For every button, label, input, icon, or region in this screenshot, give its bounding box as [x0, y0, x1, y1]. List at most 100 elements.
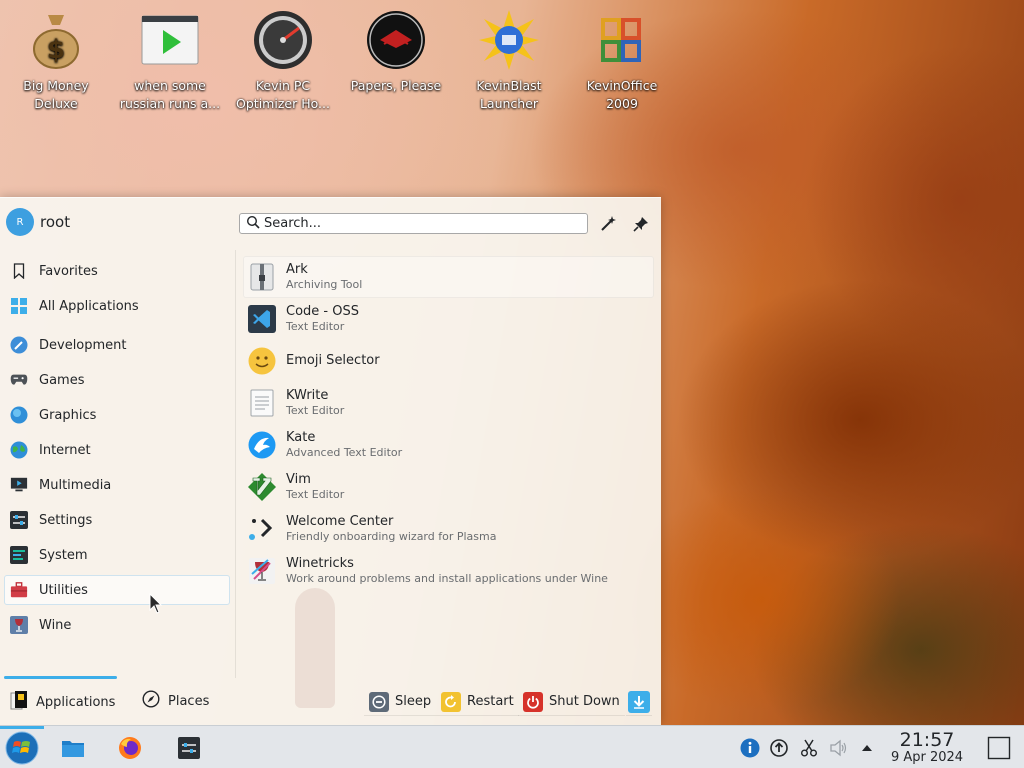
desktop-icon-big-money-deluxe[interactable]: $ Big Money Deluxe — [4, 8, 108, 113]
tray-volume[interactable] — [827, 736, 851, 760]
app-emoji-selector[interactable]: Emoji Selector — [243, 340, 654, 382]
desktop-icon-label: Big Money Deluxe — [23, 78, 89, 111]
development-icon — [10, 336, 28, 354]
search-input[interactable] — [264, 216, 564, 231]
desktop-icon-label: Papers, Please — [350, 78, 442, 93]
app-welcome-center[interactable]: Welcome Center Friendly onboarding wizard… — [243, 508, 654, 550]
speaker-muted-icon — [830, 739, 847, 757]
document-icon — [247, 388, 277, 418]
tray-expand-button[interactable] — [855, 736, 879, 760]
money-bag-icon: $ — [24, 8, 88, 72]
office-logo-icon — [590, 8, 654, 72]
category-label: Graphics — [39, 407, 97, 423]
wine-glass-icon — [10, 616, 28, 634]
desktop-icon-video[interactable]: when some russian runs a... — [118, 8, 222, 113]
category-all-applications[interactable]: All Applications — [4, 291, 230, 321]
category-label: Development — [39, 337, 127, 353]
firefox-icon — [119, 737, 141, 759]
desktop-icon-kevin-pc-optimizer[interactable]: Kevin PC Optimizer Ho... — [231, 8, 335, 113]
update-icon — [770, 739, 788, 757]
desktop-icon-kevinoffice-2009[interactable]: KevinOffice 2009 — [570, 8, 674, 113]
shutdown-button[interactable]: Shut Down — [518, 688, 625, 716]
archive-icon — [247, 262, 277, 292]
welcome-center-icon — [247, 514, 277, 544]
desktop-icon-kevinblast-launcher[interactable]: KevinBlast Launcher — [457, 8, 561, 113]
start-active-indicator — [0, 726, 44, 729]
category-utilities[interactable]: Utilities — [4, 575, 230, 605]
show-desktop-icon — [987, 736, 1011, 760]
desktop-icon-papers-please[interactable]: Papers, Please — [344, 8, 448, 95]
username: root — [40, 213, 71, 231]
tray-updates[interactable] — [767, 736, 791, 760]
category-label: Multimedia — [39, 477, 112, 493]
gauge-icon — [251, 8, 315, 72]
category-label: Utilities — [39, 582, 88, 598]
app-description: Text Editor — [286, 488, 345, 501]
desktop-icon-label: Kevin PC Optimizer Ho... — [236, 78, 330, 111]
app-kwrite[interactable]: KWrite Text Editor — [243, 382, 654, 424]
category-system[interactable]: System — [4, 540, 230, 570]
search-box[interactable] — [239, 213, 588, 234]
category-graphics[interactable]: Graphics — [4, 400, 230, 430]
video-play-icon — [138, 8, 202, 72]
starburst-globe-icon — [477, 8, 541, 72]
sleep-button[interactable]: Sleep — [364, 688, 437, 716]
app-name: Welcome Center — [286, 514, 394, 529]
app-ark[interactable]: Ark Archiving Tool — [243, 256, 654, 298]
start-menu-button[interactable] — [4, 730, 40, 766]
tray-info[interactable] — [738, 736, 762, 760]
category-games[interactable]: Games — [4, 365, 230, 395]
app-description: Text Editor — [286, 404, 345, 417]
settings-sliders-icon — [178, 737, 200, 759]
bookmark-icon — [10, 262, 28, 280]
configure-button[interactable] — [595, 211, 621, 237]
category-settings[interactable]: Settings — [4, 505, 230, 535]
sleep-label: Sleep — [395, 694, 432, 709]
tab-places[interactable]: Places — [142, 690, 209, 712]
windows-logo-icon — [5, 731, 39, 765]
sleep-icon — [369, 691, 389, 712]
gamepad-icon — [10, 371, 28, 389]
more-power-options-button[interactable] — [626, 688, 652, 716]
tab-label: Applications — [36, 694, 116, 710]
caret-up-icon — [862, 745, 872, 751]
vim-icon — [247, 472, 277, 502]
pin-button[interactable] — [628, 211, 654, 237]
category-label: System — [39, 547, 88, 563]
info-icon — [740, 738, 760, 758]
app-vim[interactable]: Vim Text Editor — [243, 466, 654, 508]
app-description: Friendly onboarding wizard for Plasma — [286, 530, 497, 543]
taskbar-file-manager[interactable] — [55, 730, 91, 766]
show-desktop-button[interactable] — [981, 730, 1017, 766]
tray-clipboard[interactable] — [797, 736, 821, 760]
app-name: Emoji Selector — [286, 353, 380, 368]
mouse-cursor-icon — [149, 592, 163, 619]
application-list: Ark Archiving Tool Code - OSS Text Editor … — [243, 256, 654, 592]
category-label: Settings — [39, 512, 93, 528]
user-account[interactable]: R root — [6, 208, 70, 236]
category-internet[interactable]: Internet — [4, 435, 230, 465]
code-oss-icon — [247, 304, 277, 334]
panel-divider — [235, 250, 236, 678]
kate-bird-icon — [247, 430, 277, 460]
scissors-icon — [801, 739, 817, 757]
app-winetricks[interactable]: Winetricks Work around problems and insta… — [243, 550, 654, 592]
category-favorites[interactable]: Favorites — [4, 256, 230, 286]
active-tab-indicator — [4, 676, 117, 679]
desktop-icon-label: KevinOffice 2009 — [586, 78, 658, 111]
tab-applications[interactable]: Applications — [10, 690, 115, 714]
category-development[interactable]: Development — [4, 330, 230, 360]
restart-button[interactable]: Restart — [436, 688, 519, 716]
app-description: Text Editor — [286, 320, 345, 333]
taskbar-firefox[interactable] — [112, 730, 148, 766]
app-description: Work around problems and install applica… — [286, 572, 608, 585]
category-wine[interactable]: Wine — [4, 610, 230, 640]
app-code-oss[interactable]: Code - OSS Text Editor — [243, 298, 654, 340]
category-list: Favorites All Applications Development G… — [4, 256, 230, 645]
folder-icon — [62, 741, 84, 757]
taskbar-system-settings[interactable] — [171, 730, 207, 766]
app-kate[interactable]: Kate Advanced Text Editor — [243, 424, 654, 466]
category-multimedia[interactable]: Multimedia — [4, 470, 230, 500]
digital-clock[interactable]: 21:57 9 Apr 2024 — [884, 730, 970, 766]
app-description: Archiving Tool — [286, 278, 363, 291]
